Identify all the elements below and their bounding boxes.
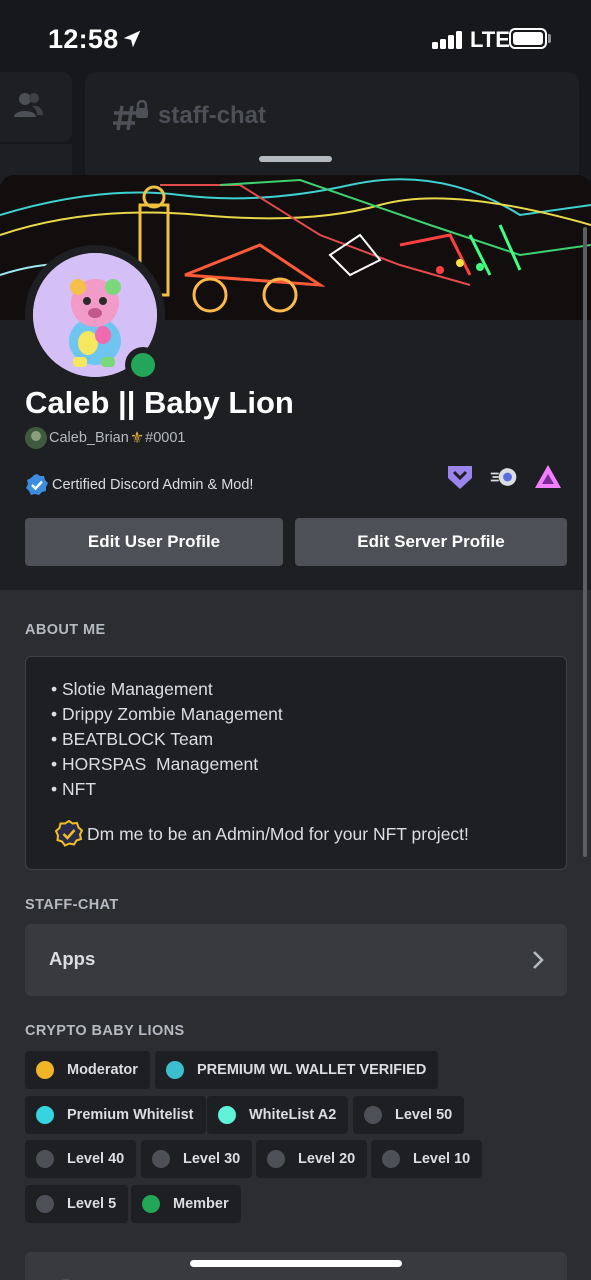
edit-server-profile-button[interactable]: Edit Server Profile <box>295 518 567 566</box>
status-bar: 12:58 LTE <box>0 0 591 80</box>
locked-channel-icon <box>113 100 148 131</box>
fleur-de-lis-icon: ⚜ <box>129 430 145 447</box>
about-line: • Drippy Zombie Management <box>51 704 283 724</box>
role-name: Level 20 <box>298 1151 356 1167</box>
role-color-dot <box>152 1150 170 1168</box>
username-row[interactable]: Caleb_Brian ⚜ #0001 <box>25 427 185 449</box>
display-name: Caleb || Baby Lion <box>25 385 294 420</box>
background-channel-name: staff-chat <box>158 102 267 129</box>
role-name: Level 50 <box>395 1107 453 1123</box>
about-me-lines: • Slotie Management • Drippy Zombie Mana… <box>51 677 283 802</box>
role-pill[interactable]: PREMIUM WL WALLET VERIFIED <box>155 1051 439 1089</box>
discriminator: #0001 <box>145 430 186 446</box>
role-color-dot <box>267 1150 285 1168</box>
badge-list <box>445 463 563 491</box>
role-name: PREMIUM WL WALLET VERIFIED <box>197 1062 427 1078</box>
location-arrow-icon <box>123 30 141 48</box>
about-me-box: • Slotie Management • Drippy Zombie Mana… <box>25 656 567 870</box>
chevron-right-icon <box>533 951 544 969</box>
mini-avatar <box>25 427 47 449</box>
scrollbar[interactable] <box>583 227 587 857</box>
role-color-dot <box>218 1106 236 1124</box>
roles-heading: CRYPTO BABY LIONS <box>25 1023 185 1039</box>
members-icon[interactable] <box>12 90 44 120</box>
cellular-signal-icon <box>432 31 464 49</box>
role-name: Member <box>173 1196 229 1212</box>
hypesquad-balance-icon[interactable] <box>445 463 475 491</box>
background-channel-panel <box>85 72 579 192</box>
battery-tip <box>548 34 551 43</box>
role-name: Moderator <box>67 1062 138 1078</box>
about-line: • BEATBLOCK Team <box>51 729 214 749</box>
nitro-boost-icon[interactable] <box>489 463 519 491</box>
role-pill[interactable]: Level 5 <box>25 1185 129 1223</box>
home-indicator[interactable] <box>190 1260 402 1267</box>
role-pill[interactable]: Level 20 <box>256 1140 368 1178</box>
role-pill[interactable]: Level 30 <box>141 1140 253 1178</box>
about-cta-text: Dm me to be an Admin/Mod for your NFT pr… <box>87 823 469 844</box>
role-name: Level 5 <box>67 1196 117 1212</box>
triangle-badge-icon[interactable] <box>533 463 563 491</box>
about-line: • Slotie Management <box>51 679 213 699</box>
online-status-icon <box>131 353 155 377</box>
network-type: LTE <box>470 27 510 52</box>
edit-user-profile-button[interactable]: Edit User Profile <box>25 518 283 566</box>
apps-label: Apps <box>49 948 96 969</box>
role-pill[interactable]: Level 10 <box>371 1140 483 1178</box>
about-me-heading: ABOUT ME <box>25 622 106 638</box>
role-name: Level 10 <box>413 1151 471 1167</box>
about-cta: Dm me to be an Admin/Mod for your NFT pr… <box>55 820 469 848</box>
about-line: • HORSPAS Management <box>51 754 259 774</box>
role-pill[interactable]: Level 50 <box>353 1096 465 1134</box>
sheet-drag-handle[interactable] <box>259 156 332 162</box>
profile-sheet: Caleb || Baby Lion Caleb_Brian ⚜ #0001 C… <box>0 175 591 1280</box>
battery-icon <box>509 28 547 49</box>
role-pill[interactable]: Level 40 <box>25 1140 137 1178</box>
role-color-dot <box>36 1195 54 1213</box>
username: Caleb_Brian <box>49 430 129 446</box>
role-color-dot <box>364 1106 382 1124</box>
role-name: Level 40 <box>67 1151 125 1167</box>
custom-status-text: Certified Discord Admin & Mod! <box>52 477 254 493</box>
role-name: WhiteList A2 <box>249 1107 337 1123</box>
role-color-dot <box>36 1106 54 1124</box>
apps-row[interactable]: Apps <box>25 924 567 996</box>
staff-chat-heading: STAFF-CHAT <box>25 897 119 913</box>
role-pill[interactable]: Member <box>131 1185 241 1223</box>
verified-check-icon <box>26 474 48 495</box>
role-color-dot <box>382 1150 400 1168</box>
role-name: Premium Whitelist <box>67 1107 194 1123</box>
role-pill[interactable]: Premium Whitelist <box>25 1096 206 1134</box>
custom-status: Certified Discord Admin & Mod! <box>25 473 253 497</box>
role-color-dot <box>36 1150 54 1168</box>
role-color-dot <box>142 1195 160 1213</box>
role-color-dot <box>166 1061 184 1079</box>
role-color-dot <box>36 1061 54 1079</box>
role-pill[interactable]: Moderator <box>25 1051 150 1089</box>
gear-icon <box>61 1279 71 1280</box>
role-name: Level 30 <box>183 1151 241 1167</box>
verified-badge-icon <box>55 820 83 847</box>
role-pill[interactable]: WhiteList A2 <box>207 1096 349 1134</box>
about-line: • NFT <box>51 779 97 799</box>
status-time: 12:58 <box>48 24 119 54</box>
